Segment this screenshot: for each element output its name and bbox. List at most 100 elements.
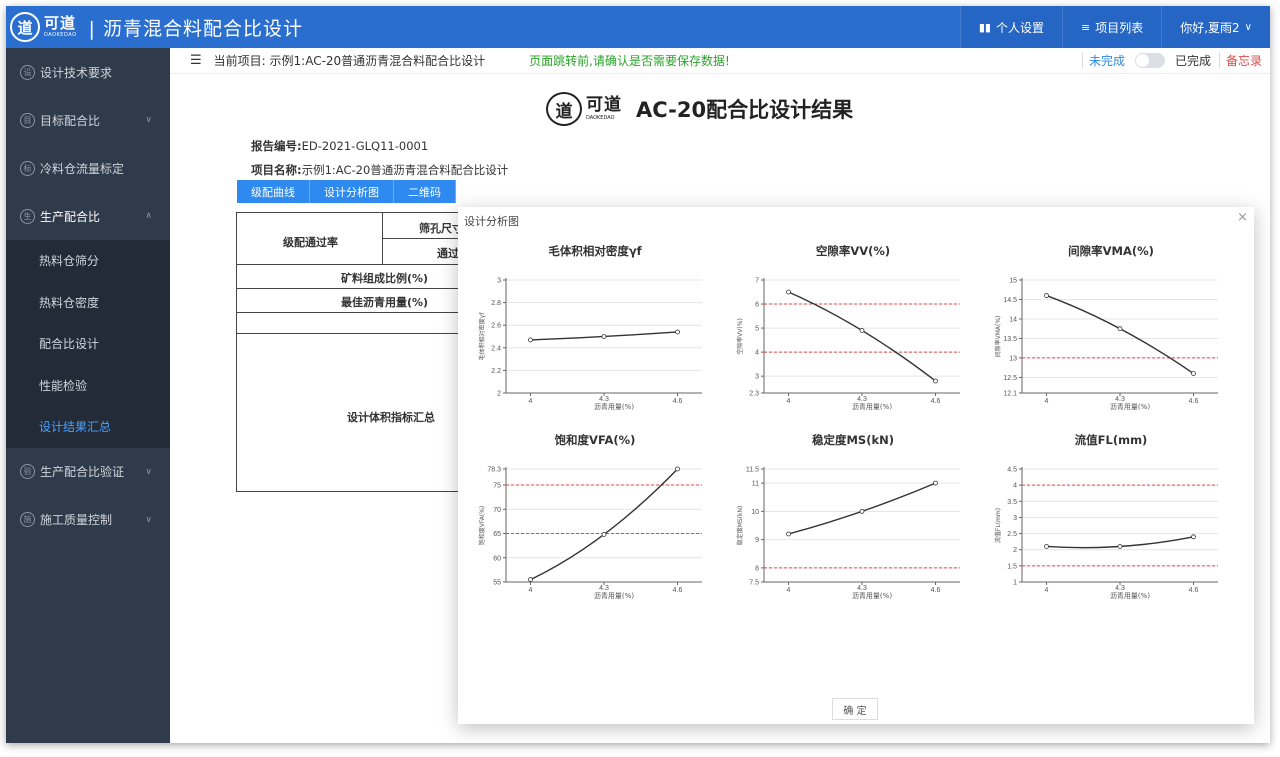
chart-1: 毛体积相对密度γf 2 2.2 2.4 2.6 2.8 3 4 4.3 4.6 沥青用量(%) 毛体积… [470, 243, 720, 418]
x-tick-label: 4.6 [931, 587, 941, 594]
sidebar-subitem-result-summary[interactable]: 设计结果汇总 [6, 406, 170, 448]
y-tick-label: 14.5 [1003, 297, 1017, 304]
pass-header: 通过 [437, 247, 459, 260]
confirm-button[interactable]: 确 定 [832, 698, 878, 720]
sidebar-subitem-hot-bin-sieving[interactable]: 热料仓筛分 [6, 240, 170, 282]
completion-toggle[interactable] [1134, 53, 1165, 68]
y-axis-label: 饱和度VFA(%) [478, 506, 486, 546]
chart-plot: 2.3 3 4 5 6 7 4 4.3 4.6 沥青用量(%) 空隙率VV(%) [736, 278, 960, 411]
sidebar-item-cold-bin-calibration[interactable]: 标 冷料仓流量标定 [6, 144, 170, 192]
report-logo-mark: 道 [546, 92, 582, 126]
app-window: 道 可道 DAOKEDAO | 沥青混合料配合比设计 ▮▮ 个人设置 ≡ 项目列… [6, 6, 1270, 743]
x-tick-label: 4 [1045, 398, 1049, 405]
data-point [933, 378, 938, 384]
data-point [675, 466, 680, 472]
y-tick-label: 78.3 [487, 467, 501, 474]
y-tick-label: 2.5 [1007, 531, 1017, 538]
data-point [528, 337, 533, 343]
data-point [1191, 371, 1196, 376]
report-logo-text: 可道 [586, 95, 622, 115]
y-tick-label: 2.6 [491, 323, 501, 330]
x-axis-label: 沥青用量(%) [594, 591, 634, 600]
y-tick-label: 2 [497, 391, 501, 398]
app-title: | 沥青混合料配合比设计 [88, 17, 303, 40]
sidebar-subitem-performance-test[interactable]: 性能检验 [6, 365, 170, 407]
y-tick-label: 75 [493, 483, 501, 490]
chevron-up-icon: ∧ [145, 211, 152, 221]
y-tick-label: 2.8 [491, 300, 501, 307]
report-tab-buttons: 级配曲线 设计分析图 二维码 [237, 180, 456, 203]
y-axis-label: 毛体积相对密度γf [478, 312, 486, 361]
data-point [1117, 544, 1123, 549]
sidebar-subitem-hot-bin-density[interactable]: 热料仓密度 [6, 282, 170, 324]
chart-plot: 2 2.2 2.4 2.6 2.8 3 4 4.3 4.6 沥青用量(%) 毛体积相对密度γf [478, 278, 702, 411]
x-tick-label: 4 [529, 398, 533, 405]
qr-code-button[interactable]: 二维码 [394, 180, 456, 203]
logo-subtext: DAOKEDAO [44, 32, 77, 38]
y-tick-label: 3.5 [1007, 499, 1017, 506]
y-tick-label: 3 [1013, 515, 1017, 522]
logo-mark: 道 [10, 12, 40, 42]
x-tick-label: 4.6 [1189, 587, 1199, 594]
memo-link[interactable]: 备忘录 [1218, 52, 1262, 69]
sidebar-item-production-mix[interactable]: 生 生产配合比 ∧ [6, 192, 170, 240]
personal-settings-button[interactable]: ▮▮ 个人设置 [959, 6, 1062, 48]
sieve-size-header: 筛孔尺寸 [419, 222, 463, 235]
x-tick-label: 4.6 [673, 587, 683, 594]
y-tick-label: 4 [755, 350, 759, 357]
series-line [530, 468, 679, 581]
series-line [788, 482, 936, 535]
y-tick-label: 12.1 [1003, 391, 1017, 398]
y-tick-label: 12.5 [1003, 375, 1017, 382]
menu-icon: 目 [20, 112, 35, 128]
x-axis-label: 沥青用量(%) [1110, 402, 1150, 411]
status-area: 未完成 已完成 备忘录 [1081, 52, 1262, 69]
x-tick-label: 4.3 [1115, 585, 1125, 592]
y-tick-label: 9 [755, 537, 759, 544]
grading-curve-button[interactable]: 级配曲线 [237, 180, 310, 203]
sidebar-subitem-mix-design[interactable]: 配合比设计 [6, 323, 170, 365]
y-axis-label: 稳定度MS(kN) [736, 506, 744, 546]
chart-2: 空隙率VV(%) 2.3 3 4 5 6 7 4 4.3 4.6 沥青用量(%) 空隙率VV(%) [728, 243, 978, 418]
y-tick-label: 2.3 [749, 391, 759, 398]
y-tick-label: 6 [755, 302, 759, 309]
user-menu[interactable]: 你好,夏雨2 ∨ [1161, 6, 1270, 48]
y-tick-label: 70 [493, 507, 501, 514]
y-tick-label: 3 [497, 278, 501, 285]
design-analysis-button[interactable]: 设计分析图 [310, 180, 394, 203]
series-line [1046, 294, 1194, 375]
chevron-down-icon: ∨ [145, 115, 152, 125]
top-header: 道 可道 DAOKEDAO | 沥青混合料配合比设计 ▮▮ 个人设置 ≡ 项目列… [6, 6, 1270, 48]
x-tick-label: 4.6 [673, 398, 683, 405]
y-tick-label: 11 [752, 481, 759, 488]
data-point [859, 328, 865, 333]
chart-plot: 12.1 12.5 13 13.5 14 14.5 15 4 4.3 4.6 沥青用量(%) 间隙率V… [994, 278, 1218, 411]
y-tick-label: 65 [493, 531, 501, 538]
project-list-button[interactable]: ≡ 项目列表 [1061, 6, 1162, 48]
chart-plot: 55 60 65 70 75 78.3 4 4.3 4.6 沥青用量(%) 饱和度VFA(%) [478, 466, 702, 600]
brand-logo: 道 可道 DAOKEDAO [10, 12, 77, 42]
x-tick-label: 4.3 [1115, 396, 1125, 403]
sidebar-item-target-mix[interactable]: 目 目标配合比 ∨ [6, 96, 170, 144]
data-point [786, 531, 791, 537]
y-tick-label: 13 [1009, 355, 1017, 362]
sidebar-item-production-verification[interactable]: 验 生产配合比验证 ∨ [6, 448, 170, 496]
report-logo-subtext: DAOKEDAO [586, 115, 615, 121]
menu-toggle-icon[interactable]: ☰ [190, 53, 202, 68]
optimal-asphalt-row: 最佳沥青用量(%) [341, 296, 429, 309]
sidebar-item-design-requirements[interactable]: 设 设计技术要求 [6, 48, 170, 96]
menu-icon: 验 [20, 464, 35, 479]
close-icon[interactable]: × [1237, 210, 1248, 225]
sidebar-item-construction-quality[interactable]: 施 施工质量控制 ∨ [6, 496, 170, 544]
data-point [1117, 326, 1123, 332]
project-name: 项目名称:示例1:AC-20普通沥青混合料配合比设计 [251, 163, 509, 177]
x-tick-label: 4 [787, 398, 791, 405]
menu-icon: 标 [20, 160, 35, 176]
chevron-down-icon: ∨ [1244, 21, 1252, 33]
y-axis-label: 空隙率VV(%) [736, 318, 744, 355]
y-tick-label: 5 [755, 326, 759, 333]
report-number: 报告编号:ED-2021-GLQ11-0001 [251, 139, 429, 153]
chevron-down-icon: ∨ [145, 514, 152, 525]
data-point [1191, 534, 1196, 540]
sidebar: 设 设计技术要求 目 目标配合比 ∨ 标 冷料仓流量标定 生 生产配合比 ∧ 热… [6, 48, 170, 743]
